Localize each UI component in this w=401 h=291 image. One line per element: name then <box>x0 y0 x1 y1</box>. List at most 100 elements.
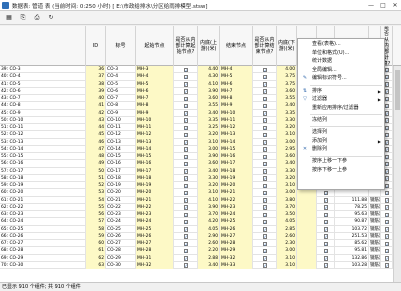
cell-rowlabel[interactable]: 68: CO-28 <box>0 247 86 255</box>
cell-checkbox[interactable]: ✓ <box>253 240 277 248</box>
cell-checkbox[interactable]: ✓ <box>253 167 277 175</box>
cell-id[interactable]: 42 <box>86 109 106 117</box>
cell-rowlabel[interactable]: 39: CO-3 <box>0 66 86 74</box>
checkbox[interactable]: ✓ <box>384 183 389 188</box>
cell-rowlabel[interactable]: 59: CO-19 <box>0 182 86 190</box>
cell-rowlabel[interactable]: 55: CO-15 <box>0 153 86 161</box>
cell-inv-up[interactable]: 3.40 <box>198 167 220 175</box>
cell-rowlabel[interactable]: 67: CO-27 <box>0 240 86 248</box>
cell-checkbox[interactable]: ✓ <box>174 232 198 240</box>
cell-checkbox[interactable]: ✓ <box>174 240 198 248</box>
checkbox[interactable]: ✓ <box>262 89 267 94</box>
cell-checkbox[interactable]: ✓ <box>317 254 335 262</box>
cell-checkbox[interactable]: ✓ <box>253 174 277 182</box>
checkbox[interactable]: ✓ <box>183 161 188 167</box>
cell-checkbox[interactable]: ✓ <box>253 225 277 233</box>
checkbox[interactable]: ✓ <box>183 96 188 101</box>
cell-label[interactable]: CO-3 <box>106 66 136 74</box>
cell-inv-up[interactable]: 3.70 <box>198 211 220 219</box>
checkbox[interactable]: ✓ <box>323 219 328 225</box>
cell-label[interactable]: CO-19 <box>106 182 136 190</box>
cell-checkbox[interactable]: ✓ <box>253 196 277 204</box>
cell-inv-up[interactable]: 4.05 <box>198 225 220 233</box>
table-row[interactable]: 60: CO-20 53 CO-20 MH-20 ✓ 3.10 MH-21 ✓ 3.00 ✓ ✓ <box>0 189 401 197</box>
cell-checkbox[interactable]: ✓ <box>253 138 277 146</box>
checkbox[interactable]: ✓ <box>183 227 188 232</box>
cell-inv-dn[interactable]: 3.10 <box>277 254 297 262</box>
checkbox[interactable]: ✓ <box>384 176 389 181</box>
cell-end[interactable]: MH-10 <box>220 109 253 117</box>
menu-item[interactable]: ▽ 过滤器 ▶ <box>298 96 384 103</box>
cell-label[interactable]: CO-13 <box>106 138 136 146</box>
checkbox[interactable]: ✓ <box>183 82 188 87</box>
refresh-icon[interactable]: ↻ <box>45 14 57 22</box>
cell-id[interactable]: 44 <box>86 124 106 132</box>
cell-start[interactable]: MH-6 <box>136 87 174 95</box>
checkbox[interactable]: ✓ <box>384 103 389 109</box>
cell-inv-up[interactable]: 3.30 <box>198 174 220 182</box>
checkbox[interactable]: ✓ <box>183 103 188 109</box>
cell-empty[interactable] <box>297 211 317 219</box>
checkbox[interactable]: ✓ <box>262 248 267 254</box>
cell-checkbox[interactable]: ✓ <box>174 261 198 269</box>
checkbox[interactable]: ✓ <box>384 219 389 225</box>
cell-checkbox[interactable]: ✓ <box>253 131 277 139</box>
checkbox[interactable]: ✓ <box>384 154 389 159</box>
menu-item[interactable]: 冻结列 <box>298 117 384 124</box>
checkbox[interactable]: ✓ <box>262 263 267 268</box>
cell-inv-up[interactable]: 4.20 <box>198 218 220 226</box>
cell-inv-dn[interactable]: 3.10 <box>277 261 297 269</box>
cell-label[interactable]: CO-18 <box>106 174 136 182</box>
cell-inv-up[interactable]: 2.88 <box>198 254 220 262</box>
cell-len[interactable]: 95.81 <box>335 247 369 255</box>
cell-id[interactable]: 49 <box>86 160 106 168</box>
print-icon[interactable]: ⎙ <box>31 14 43 22</box>
cell-id[interactable]: 53 <box>86 189 106 197</box>
cell-inv-dn[interactable]: 3.60 <box>277 153 297 161</box>
cell-inv-dn[interactable]: 3.60 <box>277 87 297 95</box>
menu-item[interactable]: 单位和格式(U)... <box>298 50 384 57</box>
cell-end[interactable]: MH-12 <box>220 124 253 132</box>
cell-start[interactable]: MH-28 <box>136 247 174 255</box>
cell-checkbox[interactable]: ✓ <box>253 203 277 211</box>
cell-rowlabel[interactable]: 40: CO-4 <box>0 73 86 81</box>
cell-end[interactable]: MH-16 <box>220 153 253 161</box>
cell-end[interactable]: MH-33 <box>220 261 253 269</box>
checkbox[interactable]: ✓ <box>262 234 267 239</box>
cell-checkbox[interactable]: ✓ <box>381 203 393 211</box>
cell-start[interactable]: MH-19 <box>136 182 174 190</box>
cell-empty[interactable] <box>297 225 317 233</box>
cell-end[interactable]: MH-11 <box>220 116 253 124</box>
cell-len[interactable]: 132.86 <box>335 254 369 262</box>
checkbox[interactable]: ✓ <box>262 111 267 116</box>
checkbox[interactable]: ✓ <box>183 256 188 261</box>
checkbox[interactable]: ✓ <box>262 154 267 159</box>
checkbox[interactable]: ✓ <box>183 241 188 246</box>
cell-len[interactable]: 90.87 <box>335 218 369 226</box>
cell-label[interactable]: CO-30 <box>106 261 136 269</box>
cell-checkbox[interactable]: ✓ <box>253 95 277 103</box>
cell-end[interactable]: MH-19 <box>220 174 253 182</box>
cell-checkbox[interactable]: ✓ <box>381 247 393 255</box>
cell-label[interactable]: CO-9 <box>106 109 136 117</box>
cell-start[interactable]: MH-18 <box>136 174 174 182</box>
cell-inv-dn[interactable]: 3.75 <box>277 80 297 88</box>
cell-len[interactable]: 85.62 <box>335 240 369 248</box>
col-header-invert-up[interactable]: 内底(上游)(米) <box>198 26 220 66</box>
cell-inv-up[interactable]: 4.40 <box>198 66 220 74</box>
cell-inv-up[interactable]: 4.10 <box>198 80 220 88</box>
col-header-id[interactable]: ID <box>86 26 106 66</box>
cell-rowlabel[interactable]: 61: CO-21 <box>0 196 86 204</box>
cell-len[interactable]: 95.63 <box>335 211 369 219</box>
cell-checkbox[interactable]: ✓ <box>317 203 335 211</box>
checkbox[interactable]: ✓ <box>262 190 267 196</box>
cell-end[interactable]: MH-29 <box>220 247 253 255</box>
cell-checkbox[interactable]: ✓ <box>317 189 335 197</box>
checkbox[interactable]: ✓ <box>323 198 328 203</box>
checkbox[interactable]: ✓ <box>262 140 267 145</box>
cell-id[interactable]: 37 <box>86 73 106 81</box>
cell-start[interactable]: MH-26 <box>136 232 174 240</box>
table-row[interactable]: 61: CO-21 54 CO-21 MH-21 ✓ 4.10 MH-22 ✓ 3.80 ✓ 111… <box>0 196 401 204</box>
checkbox[interactable]: ✓ <box>262 219 267 225</box>
cell-id[interactable]: 59 <box>86 232 106 240</box>
